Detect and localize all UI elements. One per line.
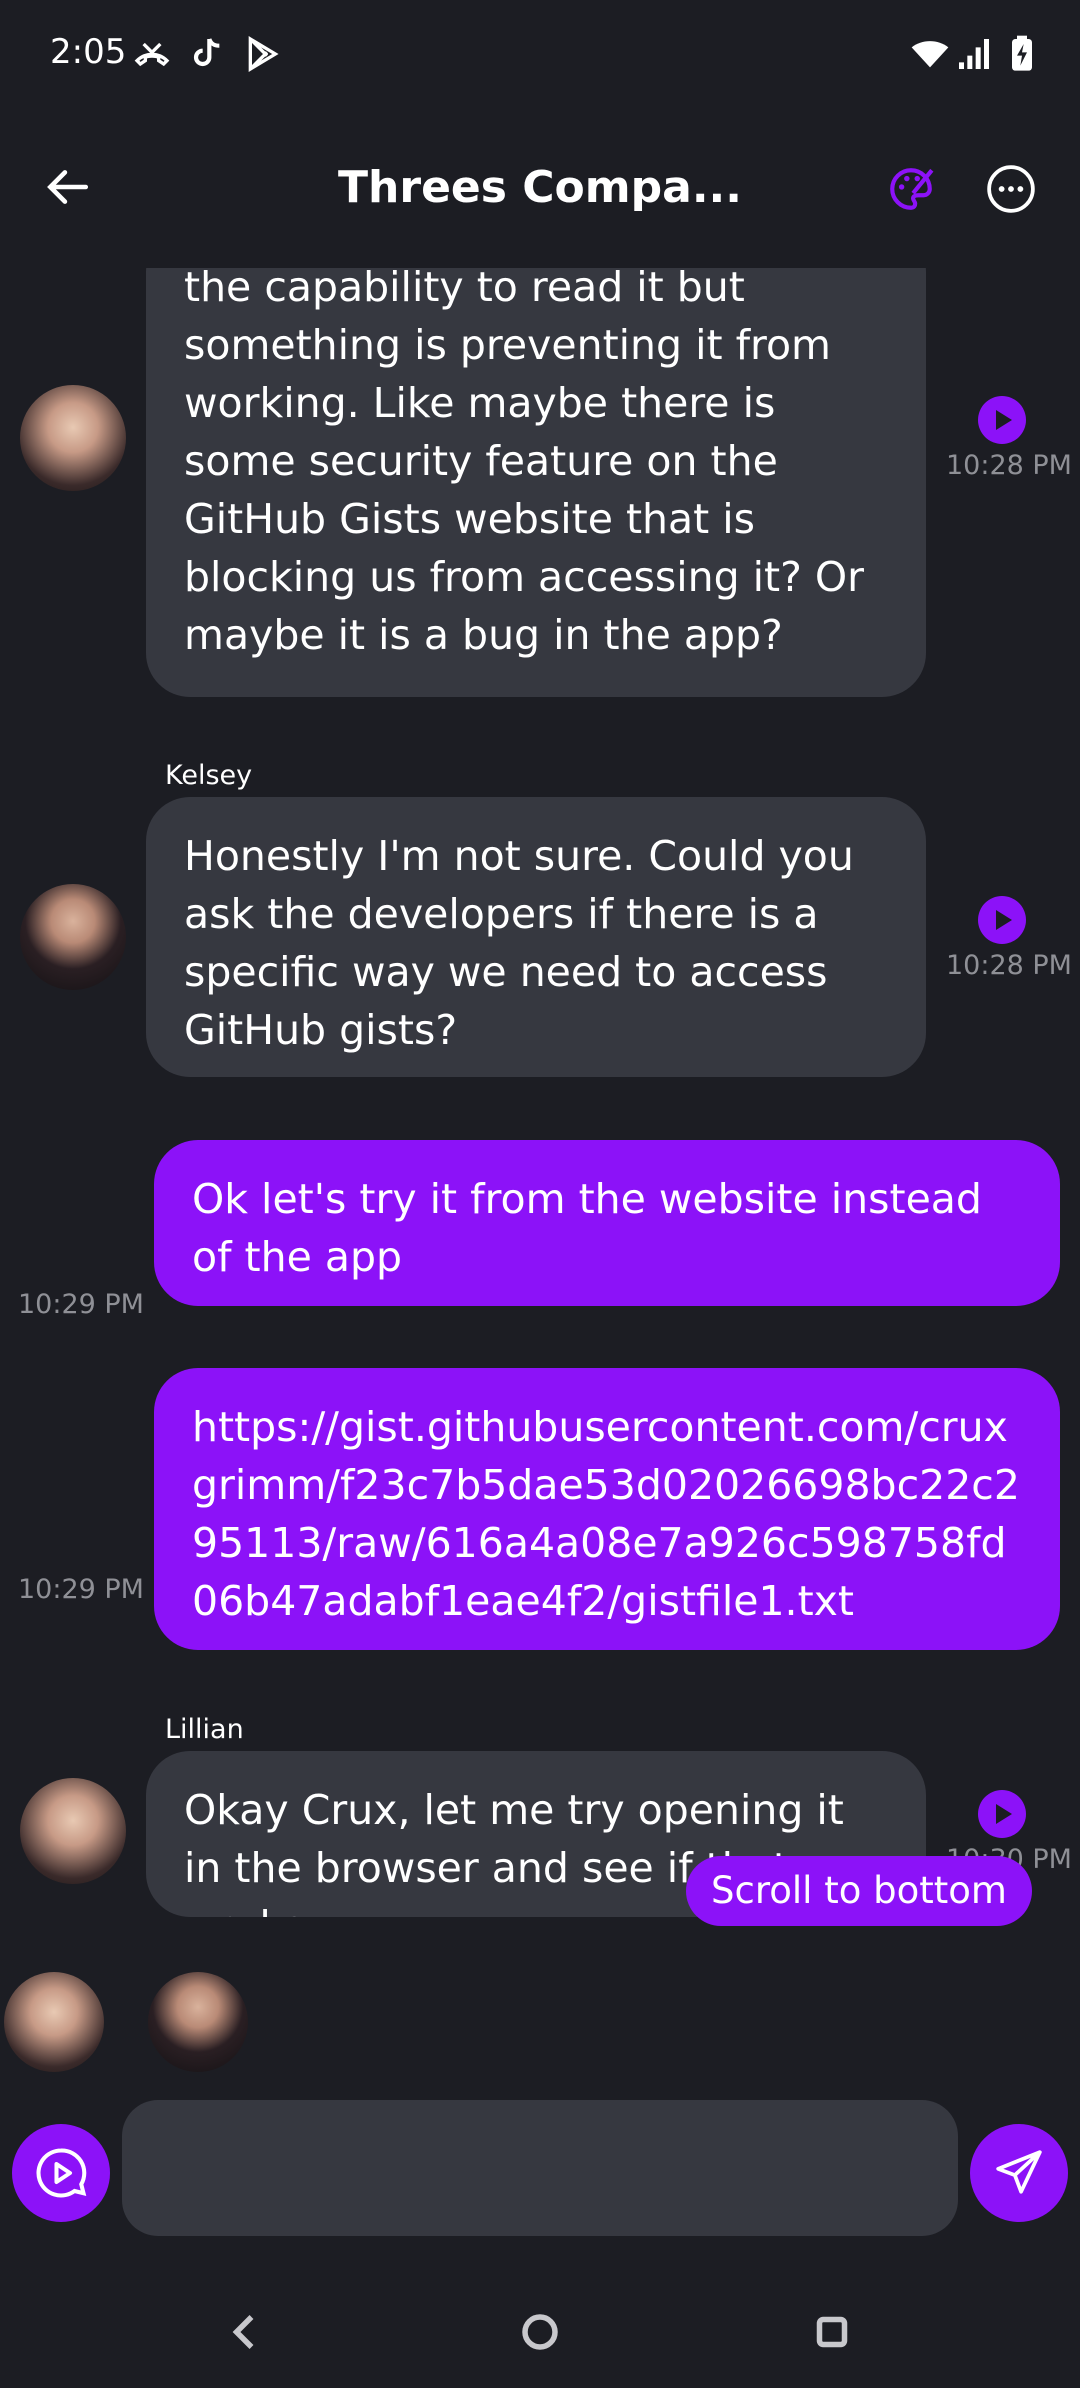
sender-name: Kelsey xyxy=(165,760,253,791)
message-bubble[interactable]: the capability to read it but something … xyxy=(146,268,926,697)
message-input[interactable] xyxy=(122,2100,958,2236)
missed-call-icon xyxy=(134,42,170,67)
send-icon xyxy=(996,2150,1042,2194)
voice-play-icon xyxy=(36,2148,87,2198)
wifi-icon xyxy=(911,41,949,68)
message-bubble[interactable]: https://gist.githubusercontent.com/cruxg… xyxy=(154,1368,1060,1650)
palette-icon[interactable] xyxy=(886,164,936,214)
avatar[interactable] xyxy=(20,1778,126,1884)
message-text: the capability to read it but something … xyxy=(184,268,865,659)
participant-avatar[interactable] xyxy=(4,1972,104,2072)
avatar[interactable] xyxy=(20,385,126,491)
scroll-to-bottom-button[interactable]: Scroll to bottom xyxy=(686,1856,1032,1926)
message-time: 10:29 PM xyxy=(18,1289,144,1320)
signal-icon xyxy=(959,39,989,69)
nav-recents-icon[interactable] xyxy=(802,2302,862,2362)
chat-list[interactable]: the capability to read it but something … xyxy=(0,268,1080,1938)
message-link[interactable]: https://gist.githubusercontent.com/cruxg… xyxy=(192,1398,1022,1630)
play-store-icon xyxy=(248,36,279,72)
message-time: 10:29 PM xyxy=(18,1574,144,1605)
message-bubble[interactable]: Honestly I'm not sure. Could you ask the… xyxy=(146,797,926,1077)
play-audio-icon[interactable] xyxy=(978,1790,1026,1838)
sender-name: Lillian xyxy=(165,1714,244,1745)
nav-home-icon[interactable] xyxy=(510,2302,570,2362)
status-time: 2:05 xyxy=(50,32,127,72)
play-audio-icon[interactable] xyxy=(978,396,1026,444)
message-time: 10:28 PM xyxy=(946,950,1072,981)
participant-avatar[interactable] xyxy=(148,1972,248,2072)
nav-back-icon[interactable] xyxy=(214,2302,274,2362)
message-text: Ok let's try it from the website instead… xyxy=(192,1175,982,1281)
message-bubble[interactable]: Ok let's try it from the website instead… xyxy=(154,1140,1060,1306)
message-time: 10:28 PM xyxy=(946,450,1072,481)
avatar[interactable] xyxy=(20,884,126,990)
more-options-icon[interactable] xyxy=(986,164,1036,214)
send-button[interactable] xyxy=(970,2124,1068,2222)
tiktok-icon xyxy=(193,38,220,67)
battery-icon xyxy=(1012,35,1032,71)
message-text: Honestly I'm not sure. Could you ask the… xyxy=(184,832,854,1054)
voice-message-button[interactable] xyxy=(12,2124,110,2222)
play-audio-icon[interactable] xyxy=(978,896,1026,944)
